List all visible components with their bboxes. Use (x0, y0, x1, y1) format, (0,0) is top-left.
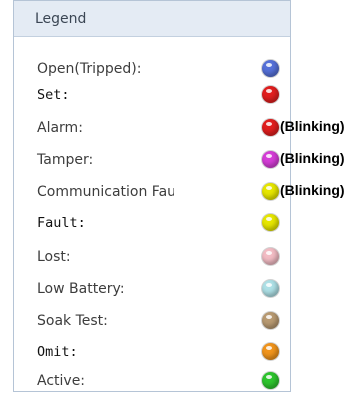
legend-label-alarm: Alarm: (37, 120, 83, 136)
light-blue-status-dot-icon (262, 280, 279, 297)
legend-label-soak-test: Soak Test: (37, 313, 108, 329)
tan-status-dot-icon (262, 312, 279, 329)
legend-row-low-battery: Low Battery: (14, 277, 290, 303)
legend-label-omit: Omit: (37, 344, 78, 360)
legend-row-open-tripped: Open(Tripped): (14, 57, 290, 83)
legend-label-set: Set: (37, 87, 70, 103)
tamper-blinking-note: (Blinking) (280, 150, 345, 166)
legend-label-open-tripped: Open(Tripped): (37, 61, 142, 77)
legend-row-tamper: Tamper: (14, 148, 290, 174)
legend-label-tamper: Tamper: (37, 152, 94, 168)
legend-row-active: Active: (14, 369, 290, 395)
yellow-status-dot-icon (262, 183, 279, 200)
communication-fault-blinking-note: (Blinking) (280, 182, 345, 198)
legend-label-active: Active: (37, 373, 86, 389)
legend-row-set: Set: (14, 83, 290, 109)
legend-panel: Legend Open(Tripped): Set: Alarm: Tamper… (13, 0, 291, 392)
legend-header: Legend (14, 1, 290, 37)
legend-row-communication-fault: Communication Fault: (14, 180, 290, 206)
magenta-status-dot-icon (262, 151, 279, 168)
legend-row-lost: Lost: (14, 245, 290, 271)
yellow-status-dot-icon (262, 214, 279, 231)
alarm-blinking-note: (Blinking) (280, 118, 345, 134)
red-status-dot-icon (262, 119, 279, 136)
legend-row-soak-test: Soak Test: (14, 309, 290, 335)
redaction-mask (174, 180, 240, 204)
legend-row-fault: Fault: (14, 211, 290, 237)
blue-status-dot-icon (262, 60, 279, 77)
red-status-dot-icon (262, 86, 279, 103)
legend-row-alarm: Alarm: (14, 116, 290, 142)
orange-status-dot-icon (262, 343, 279, 360)
legend-title: Legend (35, 11, 87, 27)
legend-label-lost: Lost: (37, 249, 71, 265)
pink-status-dot-icon (262, 248, 279, 265)
green-status-dot-icon (262, 372, 279, 389)
legend-label-fault: Fault: (37, 215, 86, 231)
legend-row-omit: Omit: (14, 340, 290, 366)
legend-label-communication-fault: Communication Fault: (37, 184, 191, 200)
legend-label-low-battery: Low Battery: (37, 281, 125, 297)
